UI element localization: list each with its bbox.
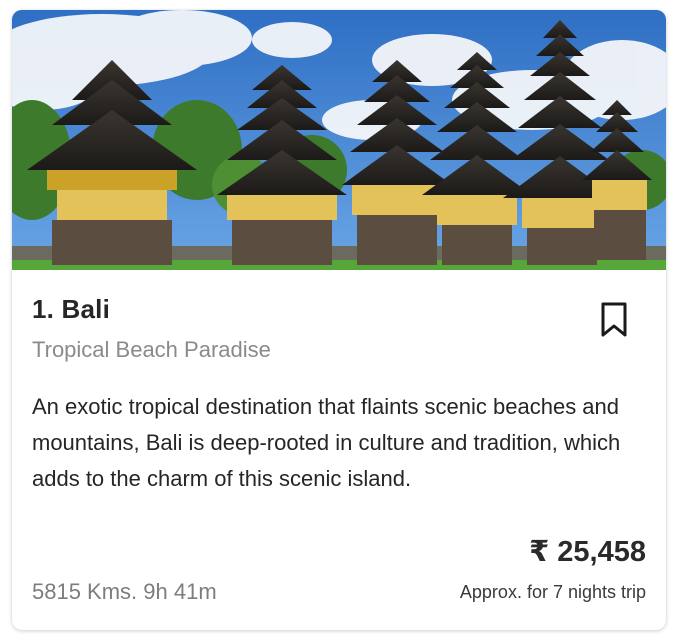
destination-subtitle: Tropical Beach Paradise (32, 337, 271, 362)
destination-image (12, 10, 666, 270)
bookmark-button[interactable] (600, 302, 628, 338)
travel-distance-time: 5815 Kms. 9h 41m (32, 579, 217, 604)
trip-price: ₹ 25,458 (529, 536, 646, 568)
price-note: Approx. for 7 nights trip (459, 582, 646, 602)
destination-card[interactable]: 1. Bali Tropical Beach Paradise An exoti… (12, 10, 666, 630)
bookmark-outline-icon (601, 302, 627, 337)
destination-description: An exotic tropical destination that flai… (32, 394, 621, 491)
destination-title: 1. Bali (32, 294, 110, 324)
